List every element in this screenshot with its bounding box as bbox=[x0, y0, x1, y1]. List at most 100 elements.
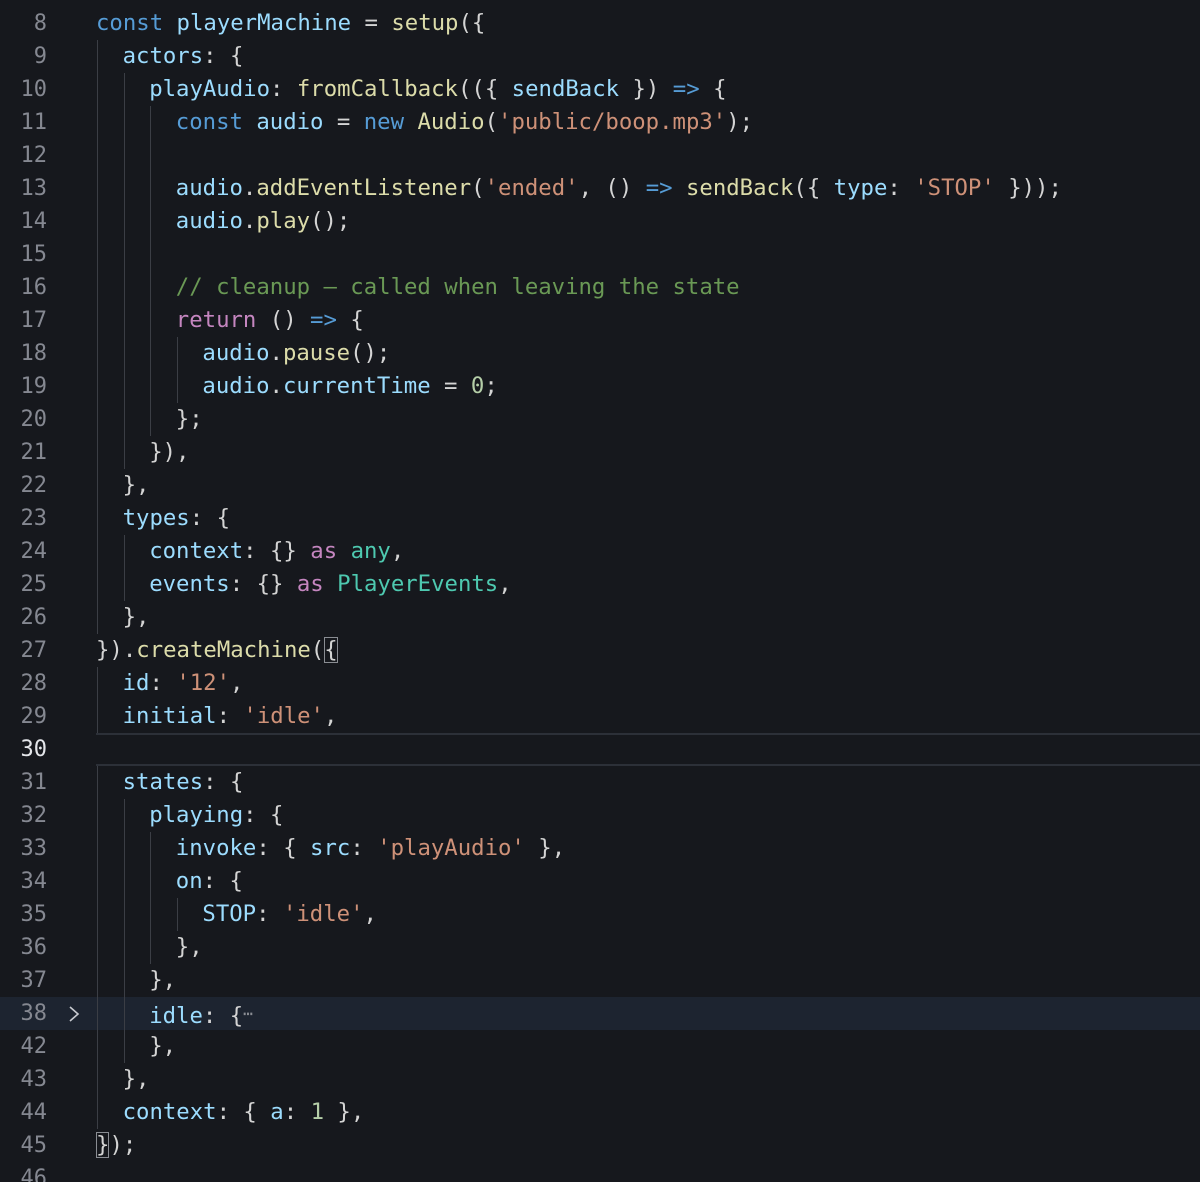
code-content-area[interactable]: const playerMachine = setup({ bbox=[96, 7, 1200, 40]
code-line[interactable]: 31 states: { bbox=[0, 766, 1200, 799]
code-content-area[interactable]: events: {} as PlayerEvents, bbox=[96, 568, 1200, 601]
indent-guide bbox=[97, 370, 98, 403]
code-content-area[interactable]: }, bbox=[96, 469, 1200, 502]
indent-guide bbox=[123, 205, 125, 238]
code-line[interactable]: 42}, bbox=[0, 1030, 1200, 1063]
code-line[interactable]: 46 bbox=[0, 1162, 1200, 1182]
code-line[interactable]: 12 bbox=[0, 139, 1200, 172]
code-content-area[interactable]: }).createMachine({ bbox=[96, 634, 1200, 667]
code-content-area[interactable]: actors: { bbox=[96, 40, 1200, 73]
code-editor[interactable]: 8 const playerMachine = setup({ 9 actors: {… bbox=[0, 0, 1200, 1182]
code-content-area[interactable]: const audio = new Audio('public/boop.mp3… bbox=[96, 106, 1200, 139]
code-line[interactable]: 18 audio.pause(); bbox=[0, 337, 1200, 370]
code-content-area[interactable]: playing: { bbox=[96, 799, 1200, 832]
code-content-area[interactable]: audio.play(); bbox=[96, 205, 1200, 238]
code-line[interactable]: 33 invoke: { src: 'playAudio' }, bbox=[0, 832, 1200, 865]
code-content-area[interactable]: // cleanup – called when leaving the sta… bbox=[96, 271, 1200, 304]
indent-guide bbox=[123, 997, 125, 1030]
code-content-area[interactable]: audio.pause(); bbox=[96, 337, 1200, 370]
line-number: 29 bbox=[20, 704, 48, 729]
chevron-right-icon[interactable] bbox=[64, 997, 84, 1030]
code-line[interactable]: 27}).createMachine({ bbox=[0, 634, 1200, 667]
code-content-area[interactable]: context: {} as any, bbox=[96, 535, 1200, 568]
code-line[interactable]: 21}), bbox=[0, 436, 1200, 469]
code-content-area[interactable]: types: { bbox=[96, 502, 1200, 535]
code-token: as bbox=[296, 571, 338, 597]
code-line[interactable]: 23 types: { bbox=[0, 502, 1200, 535]
code-content-area[interactable]: }, bbox=[96, 931, 1200, 964]
code-text: on: { bbox=[176, 865, 243, 898]
code-content-area[interactable]: states: { bbox=[96, 766, 1200, 799]
code-token: 'ended' bbox=[484, 175, 579, 201]
code-token: = bbox=[323, 109, 364, 135]
code-line[interactable]: 25 events: {} as PlayerEvents, bbox=[0, 568, 1200, 601]
code-content-area[interactable] bbox=[96, 238, 1200, 271]
code-content-area[interactable]: invoke: { src: 'playAudio' }, bbox=[96, 832, 1200, 865]
code-content-area[interactable]: }); bbox=[96, 1129, 1200, 1162]
code-token: // cleanup – called when leaving the sta… bbox=[175, 274, 740, 300]
code-line[interactable]: 44 context: { a: 1 }, bbox=[0, 1096, 1200, 1129]
code-line[interactable]: 28 id: '12', bbox=[0, 667, 1200, 700]
code-content-area[interactable]: }, bbox=[96, 1030, 1200, 1063]
code-content-area[interactable] bbox=[96, 733, 1200, 766]
code-line[interactable]: 34 on: { bbox=[0, 865, 1200, 898]
code-line[interactable]: 13 audio.addEventListener('ended', () => … bbox=[0, 172, 1200, 205]
code-content-area[interactable] bbox=[96, 1162, 1200, 1182]
code-content-area[interactable]: initial: 'idle', bbox=[96, 700, 1200, 733]
code-content-area[interactable]: audio.addEventListener('ended', () => se… bbox=[96, 172, 1200, 205]
folded-ellipsis[interactable]: ⋯ bbox=[243, 1004, 253, 1023]
code-content-area[interactable]: return () => { bbox=[96, 304, 1200, 337]
code-line[interactable]: 22}, bbox=[0, 469, 1200, 502]
code-line[interactable]: 19 audio.currentTime = 0; bbox=[0, 370, 1200, 403]
code-line[interactable]: 43}, bbox=[0, 1063, 1200, 1096]
indent-guide bbox=[123, 337, 125, 370]
code-content-area[interactable]: on: { bbox=[96, 865, 1200, 898]
code-line[interactable]: 15 bbox=[0, 238, 1200, 271]
code-line[interactable]: 11 const audio = new Audio('public/boop.m… bbox=[0, 106, 1200, 139]
code-content-area[interactable]: }, bbox=[96, 1063, 1200, 1096]
code-line[interactable]: 17 return () => { bbox=[0, 304, 1200, 337]
line-number: 11 bbox=[20, 110, 48, 135]
code-content-area[interactable]: }; bbox=[96, 403, 1200, 436]
code-line[interactable]: 45}); bbox=[0, 1129, 1200, 1162]
code-line[interactable]: 24 context: {} as any, bbox=[0, 535, 1200, 568]
code-content-area[interactable] bbox=[96, 139, 1200, 172]
code-content-area[interactable]: id: '12', bbox=[96, 667, 1200, 700]
code-line[interactable]: 35 STOP: 'idle', bbox=[0, 898, 1200, 931]
code-token: types bbox=[122, 505, 190, 531]
code-content-area[interactable]: audio.currentTime = 0; bbox=[96, 370, 1200, 403]
code-line[interactable]: 29 initial: 'idle', bbox=[0, 700, 1200, 733]
code-line[interactable]: 26}, bbox=[0, 601, 1200, 634]
code-token: 'playAudio' bbox=[377, 835, 525, 861]
code-content-area[interactable]: context: { a: 1 }, bbox=[96, 1096, 1200, 1129]
code-line[interactable]: 32 playing: { bbox=[0, 799, 1200, 832]
code-line[interactable]: 37}, bbox=[0, 964, 1200, 997]
code-line[interactable]: 38 idle: {⋯ bbox=[0, 997, 1200, 1030]
code-line[interactable]: 8 const playerMachine = setup({ bbox=[0, 7, 1200, 40]
code-content-area[interactable]: idle: {⋯ bbox=[96, 997, 1200, 1030]
code-token: fromCallback bbox=[296, 76, 458, 102]
bracket-match: } bbox=[96, 1132, 110, 1158]
line-number: 13 bbox=[20, 176, 48, 201]
code-line[interactable]: 30 bbox=[0, 733, 1200, 766]
code-text: audio.currentTime = 0; bbox=[202, 370, 497, 403]
line-number: 19 bbox=[20, 374, 48, 399]
code-line[interactable]: 16 // cleanup – called when leaving the s… bbox=[0, 271, 1200, 304]
indent-guide bbox=[123, 799, 125, 832]
code-line[interactable]: 14 audio.play(); bbox=[0, 205, 1200, 238]
code-line[interactable]: 20}; bbox=[0, 403, 1200, 436]
code-content-area[interactable]: playAudio: fromCallback(({ sendBack }) =… bbox=[96, 73, 1200, 106]
code-token: new bbox=[363, 109, 418, 135]
code-line[interactable]: 9 actors: { bbox=[0, 40, 1200, 73]
line-number: 9 bbox=[33, 44, 47, 69]
code-line[interactable]: 36}, bbox=[0, 931, 1200, 964]
code-token: audio bbox=[202, 373, 270, 399]
code-text: context: {} as any, bbox=[149, 535, 404, 568]
code-token: : { bbox=[216, 1099, 271, 1125]
code-content-area[interactable]: STOP: 'idle', bbox=[96, 898, 1200, 931]
code-content-area[interactable]: }, bbox=[96, 964, 1200, 997]
indent-guide bbox=[97, 700, 98, 733]
code-content-area[interactable]: }, bbox=[96, 601, 1200, 634]
code-content-area[interactable]: }), bbox=[96, 436, 1200, 469]
code-line[interactable]: 10 playAudio: fromCallback(({ sendBack })… bbox=[0, 73, 1200, 106]
